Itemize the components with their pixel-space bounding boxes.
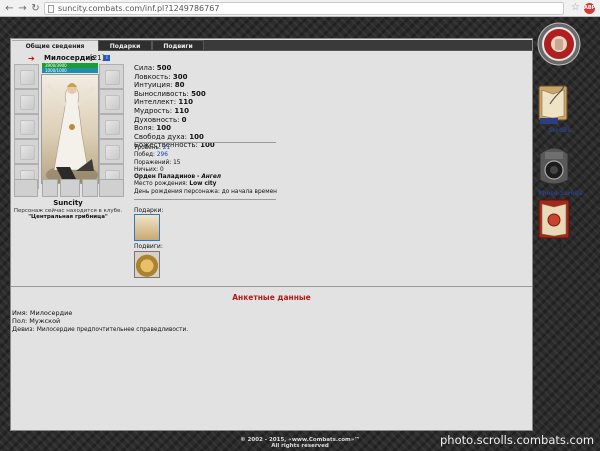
address-input[interactable]: suncity.combats.com/inf.pl?1249786767 [44,2,564,15]
order-row: Орден Паладинов - Ангел [134,174,222,181]
copyright: © 2002 - 2015, «www.Combats.com»™ All ri… [240,437,360,449]
draws-row: Ничьих: 0 [134,166,164,173]
battle-info: Уровень: 21 Побед: 296 Поражений: 15 Нич… [134,145,277,196]
bookmark-star-icon[interactable]: ☆ [571,2,580,13]
questionnaire-name: Имя: Милосердие [12,309,73,317]
stat-row: Интуиция: 80 [134,81,185,90]
section-divider [10,286,532,287]
tab-feats[interactable]: Подвиги [152,40,204,51]
character-avatar-image [41,74,99,184]
arrow-right-icon: ➔ [28,54,35,63]
character-level: [21] [90,54,105,62]
adblock-extension-icon[interactable]: ABP [584,3,595,14]
stat-row: Воля: 100 [134,124,171,133]
flag-slot[interactable] [99,179,124,197]
back-arrow-icon[interactable]: ← [4,3,15,14]
weapon-slot[interactable] [14,114,39,139]
ring-slot-1[interactable] [14,179,38,197]
gloves-slot[interactable] [99,89,124,114]
character-city[interactable]: Suncity [12,199,124,207]
birthday-row: День рождения персонажа: до начала време… [134,188,277,195]
earrings-slot[interactable] [14,89,39,114]
feat-item-icon[interactable] [134,251,160,278]
stat-row: Мудрость: 110 [134,106,190,115]
character-name: Милосердие [44,54,96,62]
combats-emblem-icon[interactable] [537,22,581,66]
scrolls-label[interactable]: Scrolls [548,127,571,134]
stat-row: Выносливость: 500 [134,89,206,98]
character-info-icon[interactable]: i [104,55,110,61]
feats-label: Подвиги: [134,243,163,250]
address-text: suncity.combats.com/inf.pl?1249786767 [58,4,220,13]
scrolls-book-icon[interactable] [536,80,570,126]
stat-row: Свобода духа: 100 [134,132,204,141]
gifts-label: Подарки: [134,207,164,214]
questionnaire-motto: Девиз: Милосердие предпочтительнее справ… [12,325,189,333]
info-divider [134,199,276,200]
stat-row: Сила: 500 [134,64,172,72]
ring-slot-2[interactable] [42,179,58,197]
book-count: 1 [558,243,563,250]
birthplace-row: Место рождения: Low city [134,181,217,188]
questionnaire-title: Анкетные данные [232,293,311,302]
armor-slot[interactable] [14,139,39,164]
stats-divider [134,142,276,143]
stats-list: Сила: 500 Ловкость: 300 Интуиция: 80 Вын… [134,64,276,150]
stat-row: Интеллект: 110 [134,98,193,107]
tab-bar-filler [204,40,532,51]
ring-slot-3[interactable] [82,179,98,197]
questionnaire-gender: Пол: Мужской [12,317,61,325]
photo-scrolls-camera-icon[interactable] [536,140,572,190]
shield-slot[interactable] [99,114,124,139]
page-icon [48,5,54,13]
losses-row: Поражений: 15 [134,159,181,166]
stat-row: Духовность: 0 [134,115,187,124]
leggings-slot[interactable] [99,139,124,164]
level-row: Уровень: 21 [134,145,171,151]
forward-arrow-icon[interactable]: → [17,3,28,14]
browser-url-bar: ← → ↻ suncity.combats.com/inf.pl?1249786… [0,0,600,17]
clan-sign-icon[interactable] [60,179,80,197]
photo-watermark: photo.scrolls.combats.com [440,433,595,447]
mana-bar: 1000/1000 [42,68,98,73]
wins-row: Побед: 296 [134,152,168,159]
tab-gifts[interactable]: Подарки [98,40,152,51]
stat-row: Ловкость: 300 [134,72,188,81]
gift-item-icon[interactable] [134,214,160,241]
tab-general-info[interactable]: Общие сведения [12,40,98,51]
red-book-icon[interactable] [537,196,571,242]
club-location: "Центральная грибница" [28,214,108,220]
reload-icon[interactable]: ↻ [30,3,41,14]
helmet-slot[interactable] [14,64,39,89]
amulet-slot[interactable] [99,64,124,89]
